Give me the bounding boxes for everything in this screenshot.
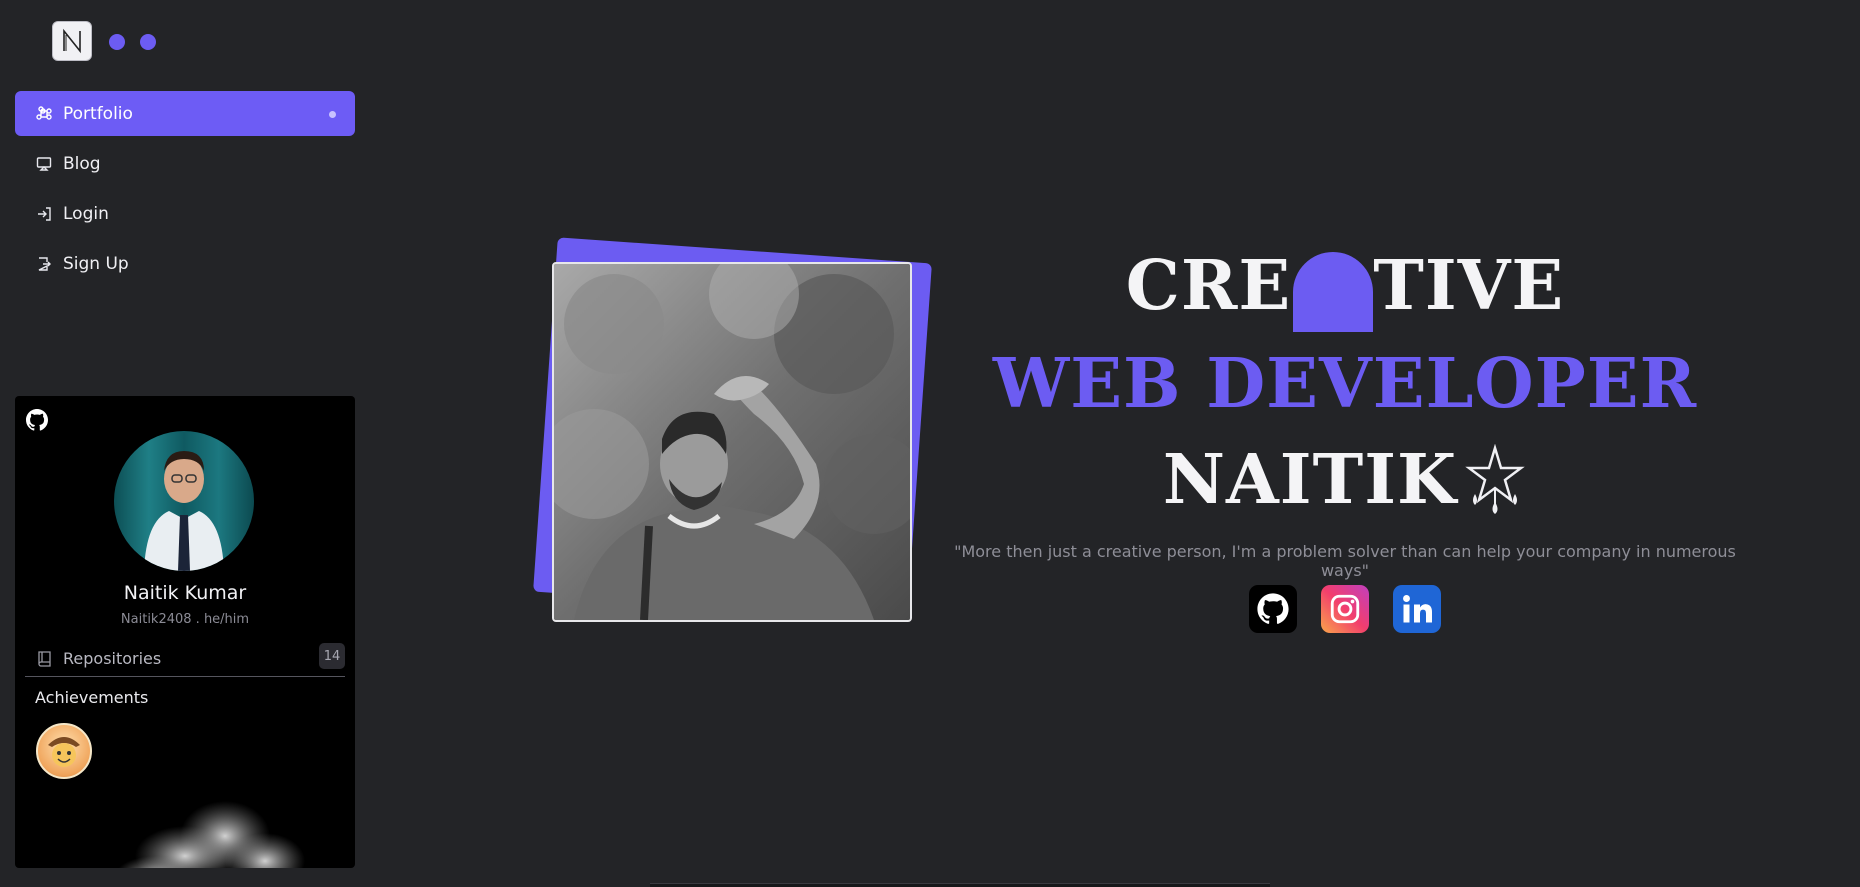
- nav-item-signup[interactable]: Sign Up: [15, 241, 355, 286]
- achievements-title: Achievements: [35, 688, 149, 707]
- sidebar-nav: Portfolio Blog Login Sign Up: [15, 91, 355, 291]
- social-links: [930, 585, 1760, 633]
- nav-label: Sign Up: [63, 253, 129, 274]
- nav-label: Login: [63, 203, 109, 224]
- repositories-count-badge: 14: [319, 643, 345, 669]
- hero-title-creative-right: TIVE: [1373, 246, 1565, 326]
- active-indicator: [329, 111, 336, 118]
- github-profile-card: Naitik Kumar Naitik2408 . he/him Reposit…: [15, 396, 355, 868]
- instagram-link[interactable]: [1321, 585, 1369, 633]
- nav-label: Portfolio: [63, 103, 133, 124]
- portrait-photo: [552, 262, 912, 622]
- hero-title-web-developer: WEB DEVELOPER: [992, 344, 1698, 424]
- smoke-decoration: [118, 801, 305, 868]
- command-icon: [35, 105, 53, 123]
- github-icon[interactable]: [25, 408, 49, 432]
- linkedin-icon: [1403, 595, 1432, 623]
- avatar: [114, 431, 254, 571]
- status-dot: [140, 34, 156, 50]
- monitor-icon: [35, 155, 53, 173]
- bottom-edge-bar: [650, 883, 1270, 887]
- nav-item-portfolio[interactable]: Portfolio: [15, 91, 355, 136]
- nav-label: Blog: [63, 153, 101, 174]
- n-logo-icon[interactable]: [52, 21, 92, 61]
- nav-item-blog[interactable]: Blog: [15, 141, 355, 186]
- hero-title-creative: CRE TIVE: [930, 246, 1760, 332]
- repositories-link[interactable]: Repositories 14: [25, 641, 345, 677]
- linkedin-link[interactable]: [1393, 585, 1441, 633]
- login-icon: [35, 205, 53, 223]
- nav-item-login[interactable]: Login: [15, 191, 355, 236]
- repo-book-icon: [38, 650, 51, 667]
- arch-shape-icon: [1293, 252, 1374, 332]
- page: Portfolio Blog Login Sign Up Naitik Kuma…: [0, 0, 1860, 887]
- hero-title-name: NAITIK: [930, 440, 1760, 520]
- profile-handle: Naitik2408 . he/him: [120, 612, 250, 627]
- signup-icon: [35, 255, 53, 273]
- instagram-icon: [1330, 594, 1360, 624]
- profile-name: Naitik Kumar: [123, 582, 247, 604]
- repositories-label: Repositories: [63, 649, 162, 668]
- status-dot: [109, 34, 125, 50]
- hero-quote: "More then just a creative person, I'm a…: [954, 542, 1736, 580]
- hero-title-creative-left: CRE: [1125, 246, 1292, 326]
- achievement-badge-icon[interactable]: [36, 723, 92, 779]
- github-link[interactable]: [1249, 585, 1297, 633]
- hero-name-text: NAITIK: [1162, 440, 1458, 520]
- dripping-star-icon: [1465, 444, 1525, 514]
- github-icon: [1257, 593, 1289, 624]
